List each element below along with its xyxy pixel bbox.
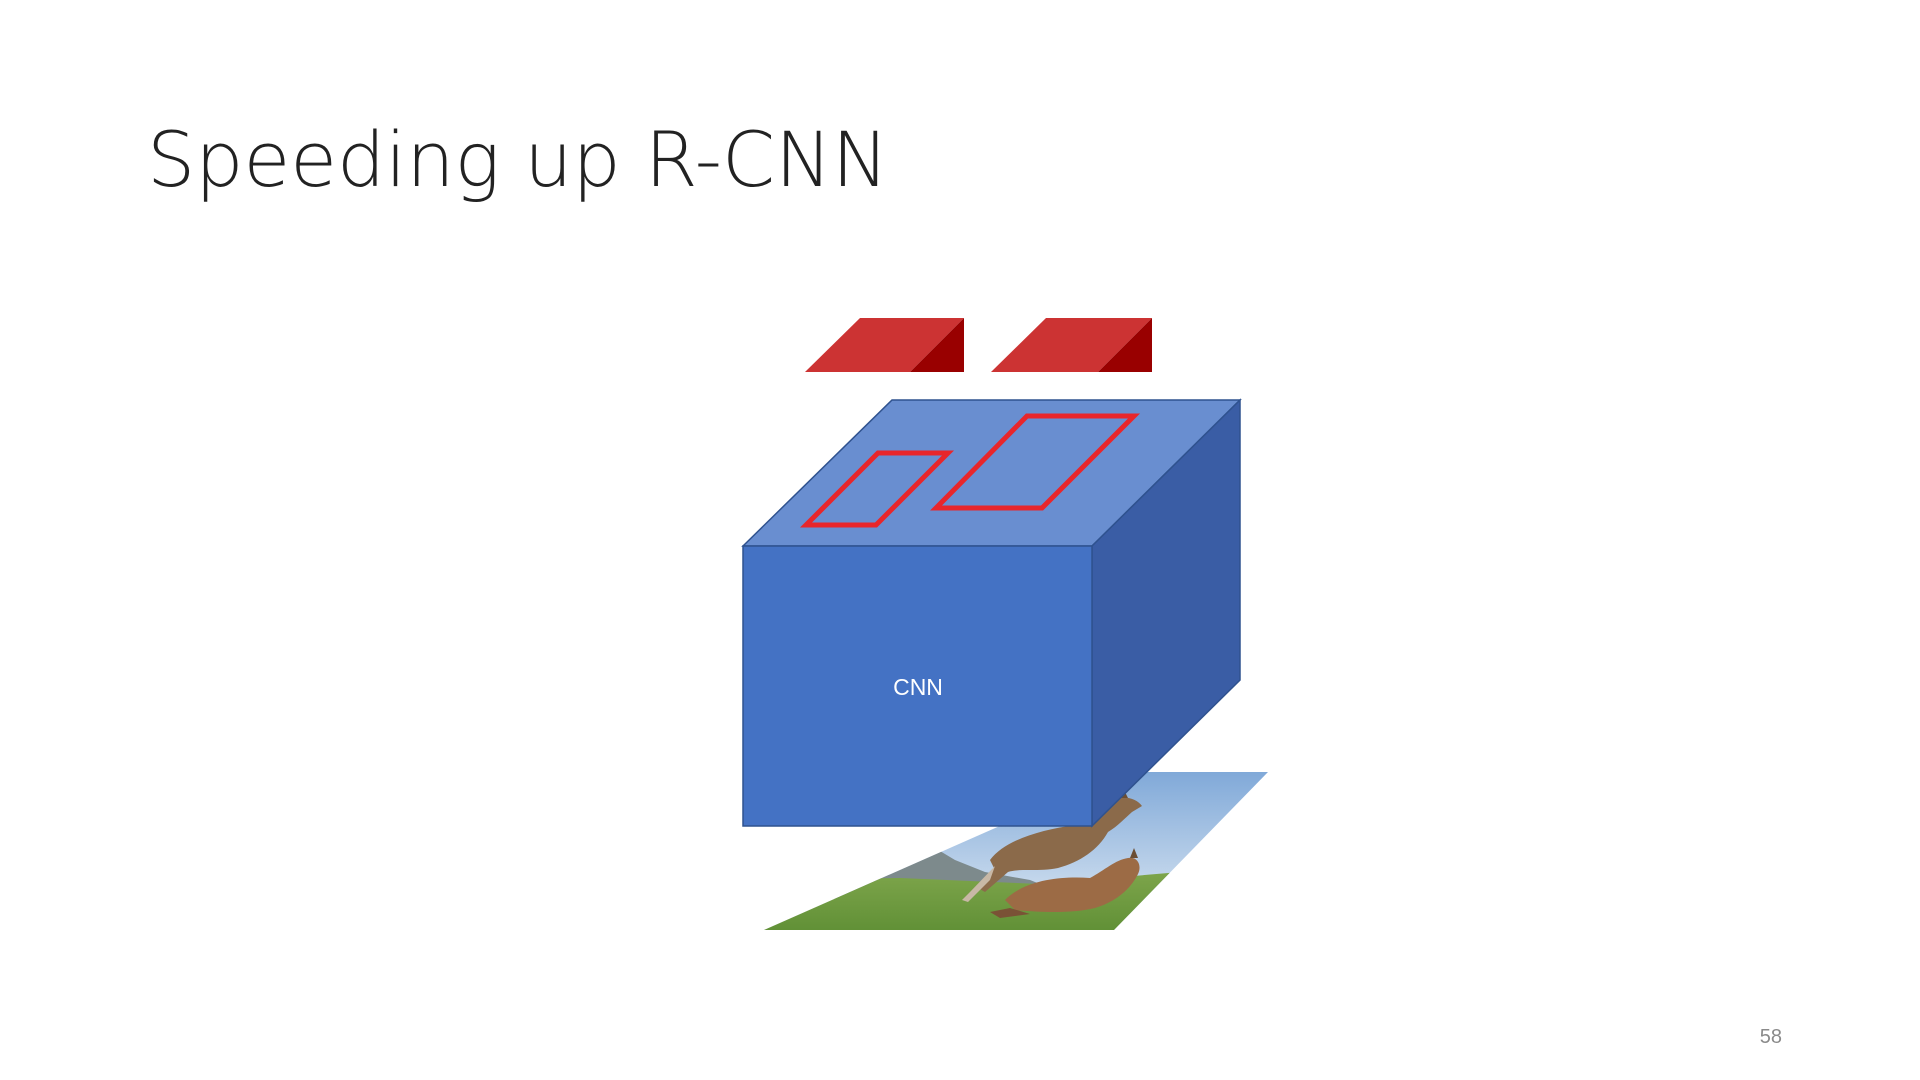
- cnn-label: CNN: [893, 674, 943, 700]
- pooled-feature-left: [805, 318, 964, 372]
- pooled-feature-right: [991, 318, 1152, 372]
- rcnn-diagram: CNN: [741, 318, 1268, 930]
- page-number: 58: [1759, 1026, 1782, 1048]
- slide: Speeding up R-CNN CNN 58: [0, 0, 1920, 1080]
